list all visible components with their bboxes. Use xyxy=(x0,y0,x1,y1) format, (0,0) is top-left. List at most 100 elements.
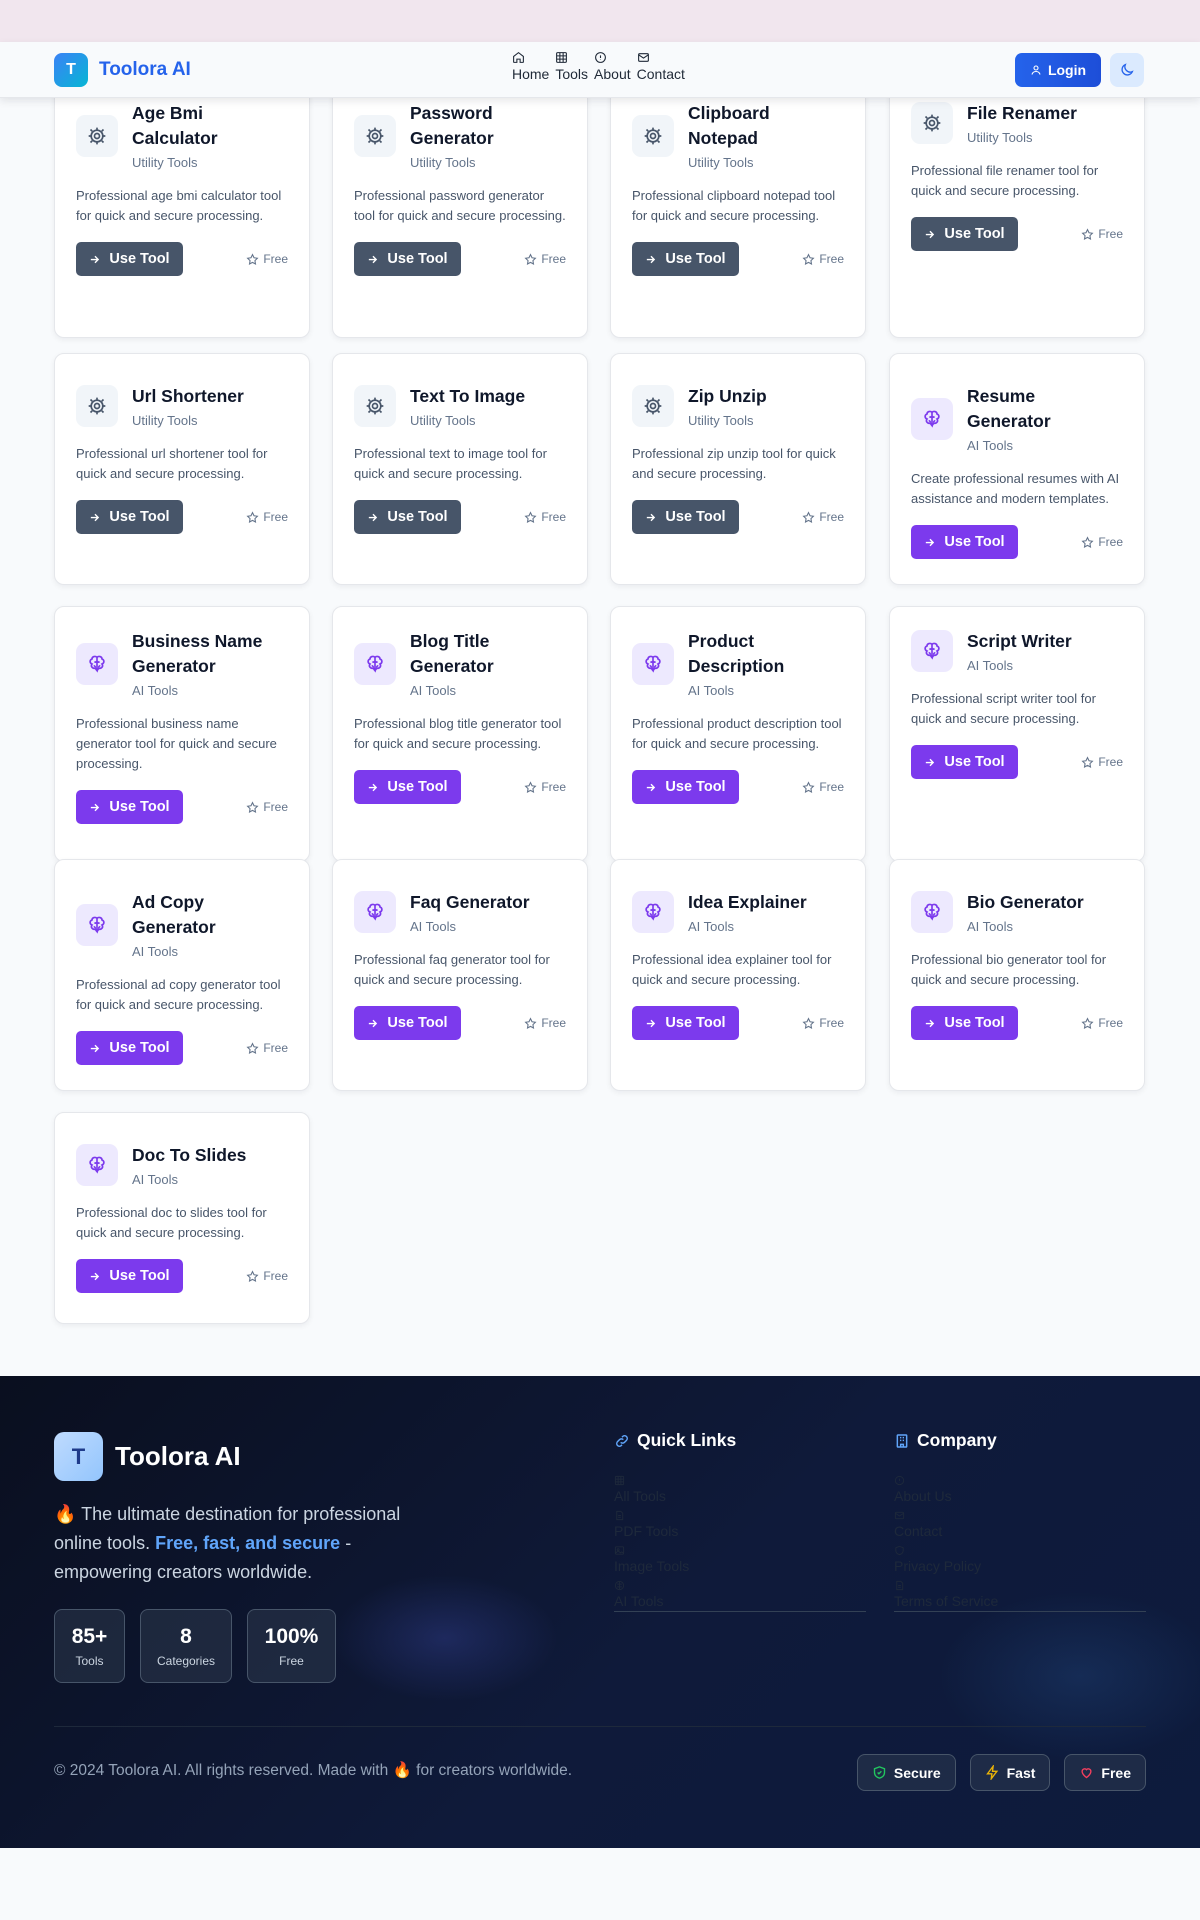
tool-card[interactable]: Blog Title Generator AI Tools Professional… xyxy=(332,606,588,862)
tool-card[interactable]: Resume Generator AI Tools Create professio… xyxy=(889,353,1145,585)
use-tool-button[interactable]: Use Tool xyxy=(911,525,1018,559)
tool-title[interactable]: Doc To Slides xyxy=(132,1143,246,1168)
tool-card[interactable]: Faq Generator AI Tools Professional faq ge… xyxy=(332,859,588,1091)
tool-card[interactable]: Product Description AI Tools Professional … xyxy=(610,606,866,862)
tool-title[interactable]: Resume Generator xyxy=(967,384,1123,434)
tool-title[interactable]: Zip Unzip xyxy=(688,384,767,409)
tool-title[interactable]: Age Bmi Calculator xyxy=(132,101,288,151)
card-footer: Use Tool Free xyxy=(354,500,566,534)
use-tool-button[interactable]: Use Tool xyxy=(76,1259,183,1293)
tool-card[interactable]: Doc To Slides AI Tools Professional doc to… xyxy=(54,1112,310,1324)
use-tool-button[interactable]: Use Tool xyxy=(911,217,1018,251)
quick-links-column: Quick Links All Tools PDF Tools Image To… xyxy=(614,1430,866,1612)
quick-links-heading: Quick Links xyxy=(614,1430,866,1451)
tagline-highlight: Free, fast, and secure xyxy=(155,1533,341,1553)
use-tool-button[interactable]: Use Tool xyxy=(76,790,183,824)
tool-title[interactable]: Url Shortener xyxy=(132,384,244,409)
card-titles: Business Name Generator AI Tools xyxy=(132,629,288,698)
card-header: Idea Explainer AI Tools xyxy=(632,890,844,934)
stat-value: 8 xyxy=(180,1624,192,1648)
star-icon xyxy=(1081,755,1094,768)
link-label: PDF Tools xyxy=(614,1523,679,1539)
nav-contact[interactable]: Contact xyxy=(637,51,685,82)
login-button[interactable]: Login xyxy=(1015,53,1101,87)
use-tool-label: Use Tool xyxy=(944,534,1005,550)
tool-icon-box xyxy=(76,1144,118,1186)
footer-link-contact[interactable]: Contact xyxy=(894,1504,1146,1539)
tool-card[interactable]: Script Writer AI Tools Professional script… xyxy=(889,606,1145,862)
star-icon xyxy=(1081,1016,1094,1029)
use-tool-button[interactable]: Use Tool xyxy=(76,1031,183,1065)
use-tool-button[interactable]: Use Tool xyxy=(632,242,739,276)
footer-tagline: 🔥 The ultimate destination for professio… xyxy=(54,1500,434,1587)
tool-card[interactable]: Text To Image Utility Tools Professional t… xyxy=(332,353,588,585)
tool-card[interactable]: Ad Copy Generator AI Tools Professional ad… xyxy=(54,859,310,1091)
footer-link-ai-tools[interactable]: AI Tools xyxy=(614,1574,866,1609)
tool-card[interactable]: File Renamer Utility Tools Professional fi… xyxy=(889,70,1145,338)
tool-card[interactable]: Idea Explainer AI Tools Professional idea … xyxy=(610,859,866,1091)
card-titles: Age Bmi Calculator Utility Tools xyxy=(132,101,288,170)
card-header: Text To Image Utility Tools xyxy=(354,384,566,428)
footer-brand[interactable]: T Toolora AI xyxy=(54,1432,241,1481)
footer-link-about[interactable]: About Us xyxy=(894,1469,1146,1504)
tool-card[interactable]: Password Generator Utility Tools Professio… xyxy=(332,70,588,338)
free-label: Free xyxy=(1098,1016,1123,1030)
footer-link-terms[interactable]: Terms of Service xyxy=(894,1574,1146,1609)
tool-title[interactable]: Bio Generator xyxy=(967,890,1084,915)
tool-title[interactable]: Clipboard Notepad xyxy=(688,101,844,151)
tool-title[interactable]: Product Description xyxy=(688,629,844,679)
footer: T Toolora AI 🔥 The ultimate destination … xyxy=(0,1376,1200,1848)
tool-category: Utility Tools xyxy=(410,413,476,428)
nav-about[interactable]: About xyxy=(594,51,631,82)
tool-card[interactable]: Bio Generator AI Tools Professional bio ge… xyxy=(889,859,1145,1091)
footer-link-pdf-tools[interactable]: PDF Tools xyxy=(614,1504,866,1539)
tool-title[interactable]: Password Generator xyxy=(410,101,566,151)
use-tool-button[interactable]: Use Tool xyxy=(911,745,1018,779)
free-label: Free xyxy=(541,510,566,524)
card-titles: Script Writer AI Tools xyxy=(967,629,1072,673)
use-tool-button[interactable]: Use Tool xyxy=(76,500,183,534)
brand[interactable]: T Toolora AI xyxy=(54,53,191,87)
footer-link-image-tools[interactable]: Image Tools xyxy=(614,1539,866,1574)
star-icon xyxy=(246,1041,259,1054)
free-badge: Free xyxy=(246,800,288,814)
tool-description: Professional clipboard notepad tool for … xyxy=(632,188,836,223)
use-tool-button[interactable]: Use Tool xyxy=(354,500,461,534)
tool-title[interactable]: Idea Explainer xyxy=(688,890,807,915)
nav-home[interactable]: Home xyxy=(512,51,549,82)
footer-link-all-tools[interactable]: All Tools xyxy=(614,1469,866,1504)
tool-card[interactable]: Zip Unzip Utility Tools Professional zip u… xyxy=(610,353,866,585)
use-tool-button[interactable]: Use Tool xyxy=(354,770,461,804)
tool-icon-box xyxy=(76,903,118,946)
use-tool-button[interactable]: Use Tool xyxy=(632,1006,739,1040)
brain-icon xyxy=(89,916,105,934)
card-titles: Product Description AI Tools xyxy=(688,629,844,698)
use-tool-button[interactable]: Use Tool xyxy=(354,1006,461,1040)
gear-icon xyxy=(644,397,662,415)
use-tool-button[interactable]: Use Tool xyxy=(632,770,739,804)
tool-card[interactable]: Clipboard Notepad Utility Tools Profession… xyxy=(610,70,866,338)
star-icon xyxy=(524,780,537,793)
tool-title[interactable]: Text To Image xyxy=(410,384,525,409)
link-icon xyxy=(616,1434,628,1447)
tool-title[interactable]: Script Writer xyxy=(967,629,1072,654)
free-label: Free xyxy=(819,252,844,266)
tool-title[interactable]: Business Name Generator xyxy=(132,629,288,679)
use-tool-button[interactable]: Use Tool xyxy=(76,242,183,276)
card-header: Faq Generator AI Tools xyxy=(354,890,566,934)
tool-card[interactable]: Url Shortener Utility Tools Professional u… xyxy=(54,353,310,585)
tool-card[interactable]: Business Name Generator AI Tools Professio… xyxy=(54,606,310,862)
use-tool-button[interactable]: Use Tool xyxy=(632,500,739,534)
tool-title[interactable]: Faq Generator xyxy=(410,890,530,915)
tool-card[interactable]: Age Bmi Calculator Utility Tools Professio… xyxy=(54,70,310,338)
use-tool-button[interactable]: Use Tool xyxy=(354,242,461,276)
nav-tools[interactable]: Tools xyxy=(555,51,588,82)
use-tool-button[interactable]: Use Tool xyxy=(911,1006,1018,1040)
free-label: Free xyxy=(263,252,288,266)
tool-title[interactable]: Blog Title Generator xyxy=(410,629,566,679)
tool-title[interactable]: File Renamer xyxy=(967,101,1077,126)
tool-icon-box xyxy=(632,114,674,157)
theme-toggle[interactable] xyxy=(1110,53,1144,87)
footer-link-privacy[interactable]: Privacy Policy xyxy=(894,1539,1146,1574)
tool-title[interactable]: Ad Copy Generator xyxy=(132,890,288,940)
